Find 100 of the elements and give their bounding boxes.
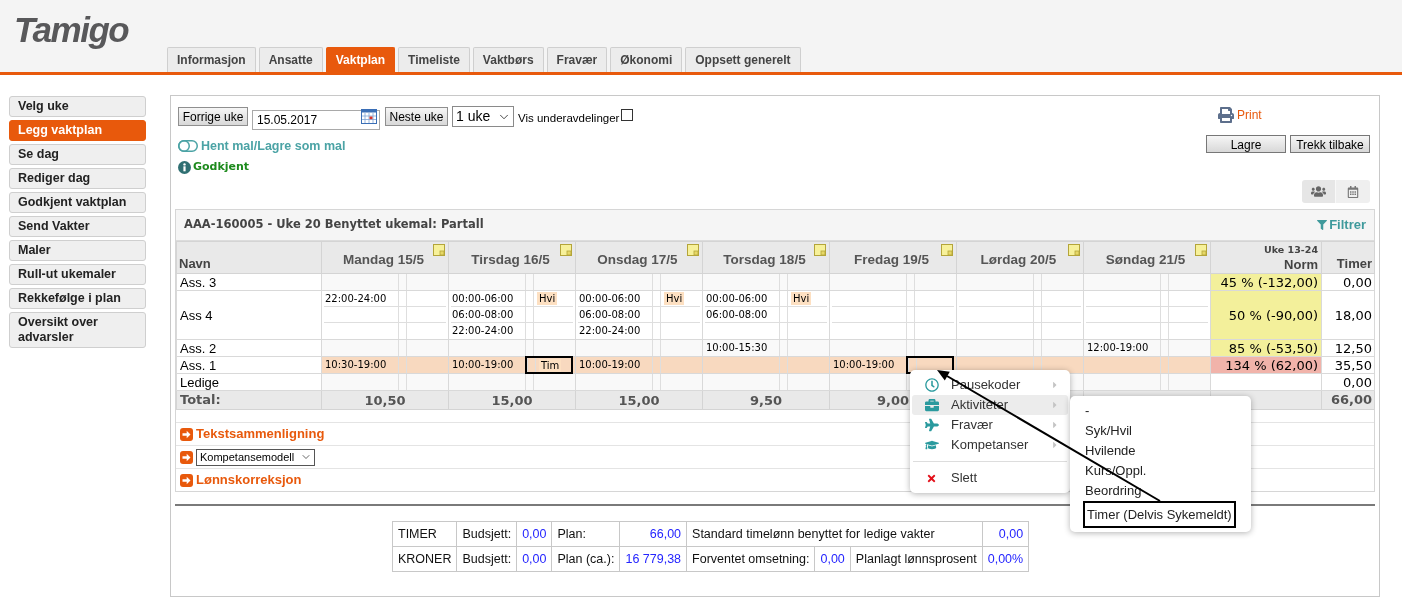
arrow-right-icon[interactable]	[180, 473, 193, 487]
shift-time[interactable]: 22:00-24:00	[325, 292, 387, 305]
column-header: Onsdag 17/5	[597, 251, 678, 268]
nav-tab[interactable]: Vaktbørs	[472, 47, 544, 72]
summary-label: Budsjett:	[457, 521, 517, 547]
shift-time[interactable]: 00:00-06:00	[706, 292, 768, 305]
activity-code[interactable]: Hvi	[791, 292, 812, 305]
arrow-right-icon[interactable]	[180, 450, 193, 464]
nav-tab[interactable]: Timeliste	[398, 47, 470, 72]
note-icon[interactable]	[433, 244, 445, 256]
total-hours: 66,00	[1321, 390, 1375, 410]
print-link[interactable]: Print	[1218, 106, 1262, 124]
schedule-row[interactable]: Ass 4 22:00-24:00 00:00-06:00 Hvi 06:00-08:00 22:00-24:00 00:00-06:00 Hvi 06:00-08:00 22:00-24:00 00:00-06:00 Hvi 06:00-08:00 50 % (-90,00) 18,00	[176, 290, 1375, 340]
summary-value: 66,00	[619, 521, 687, 547]
shift-time[interactable]: 00:00-06:00	[579, 292, 641, 305]
total-value: 15,00	[618, 392, 660, 408]
schedule-title: AAA-160005 - Uke 20 Benyttet ukemal: Partall	[184, 216, 484, 234]
note-icon[interactable]	[560, 244, 572, 256]
arrow-right-icon[interactable]	[180, 427, 193, 441]
nav-tab[interactable]: Økonomi	[610, 47, 683, 72]
action-button[interactable]: Trekk tilbake	[1290, 135, 1370, 153]
logo[interactable]: Tamigo	[14, 10, 129, 50]
shift-time[interactable]: 06:00-08:00	[579, 308, 641, 321]
calendar-view-button[interactable]	[1336, 180, 1370, 203]
submenu-item[interactable]: Beordring	[1085, 481, 1142, 501]
sidebar-item[interactable]: Rekkefølge i plan	[9, 288, 146, 309]
note-icon[interactable]	[941, 244, 953, 256]
summary-label: Plan:	[551, 521, 620, 547]
checkbox-label: Vis underavdelinger	[518, 110, 620, 126]
menu-item[interactable]: Kompetanser	[912, 435, 1068, 455]
submenu-item[interactable]: Timer (Delvis Sykemeldt)	[1083, 501, 1236, 528]
sidebar-item[interactable]: Se dag	[9, 144, 146, 165]
shift-time[interactable]: 22:00-24:00	[579, 325, 641, 337]
summary-label: Forventet omsetning:	[686, 546, 815, 572]
sidebar-item[interactable]: Send Vakter	[9, 216, 146, 237]
summary-label: TIMER	[392, 521, 457, 547]
clock-icon	[925, 378, 939, 392]
summary-label: Standard timelønn benyttet for ledige vakter	[686, 521, 983, 547]
sidebar-item[interactable]: Rediger dag	[9, 168, 146, 189]
sidebar-item[interactable]: Legg vaktplan	[9, 120, 146, 141]
summary-label: Plan (ca.):	[551, 546, 620, 572]
checkbox[interactable]	[621, 108, 634, 121]
activity-code[interactable]: Tim	[539, 358, 562, 372]
nav-tab[interactable]: Oppsett generelt	[685, 47, 801, 72]
shift-time[interactable]: 06:00-08:00	[452, 308, 514, 321]
menu-item[interactable]: Slett	[912, 468, 1068, 488]
sidebar-item[interactable]: Velg uke	[9, 96, 146, 117]
hours-cell: 18,00	[1321, 290, 1375, 340]
nav-tab[interactable]: Fravær	[546, 47, 608, 72]
column-header: Navn	[176, 241, 322, 274]
sidebar-item[interactable]: Godkjent vaktplan	[9, 192, 146, 213]
previous-week-button[interactable]: Forrige uke	[178, 107, 248, 126]
date-field[interactable]: 15.05.2017	[252, 109, 380, 130]
activity-code[interactable]: Hvi	[537, 292, 558, 305]
nav-tab[interactable]: Vaktplan	[325, 47, 396, 72]
submenu-item[interactable]: Hvilende	[1085, 441, 1136, 461]
activity-code[interactable]: Hvi	[664, 292, 685, 305]
total-value: 9,00	[876, 392, 910, 408]
info-icon	[178, 160, 191, 174]
airplane-icon	[925, 418, 939, 432]
cross-icon	[926, 472, 937, 484]
summary-value: 0,00	[814, 546, 851, 572]
total-value: 15,00	[491, 392, 533, 408]
next-week-button[interactable]: Neste uke	[385, 107, 448, 126]
sidebar-item[interactable]: Maler	[9, 240, 146, 261]
period-select[interactable]: 1 uke	[452, 106, 514, 127]
employee-view-button[interactable]	[1302, 180, 1336, 203]
summary-value: 0,00%	[982, 546, 1029, 572]
menu-item[interactable]: Fravær	[912, 415, 1068, 435]
shift-time[interactable]: 00:00-06:00	[452, 292, 514, 305]
shift-time[interactable]: 10:00-19:00	[452, 359, 514, 371]
action-button[interactable]: Lagre	[1206, 135, 1286, 153]
calendar-icon[interactable]	[361, 108, 377, 124]
column-header: Timer	[1321, 241, 1375, 274]
note-icon[interactable]	[1195, 244, 1207, 256]
graduation-cap-icon	[925, 438, 939, 452]
submenu-item[interactable]: -	[1085, 401, 1090, 421]
employee-name: Ass 4	[176, 290, 322, 340]
section-link[interactable]: Lønnskorreksjon	[196, 470, 302, 490]
note-icon[interactable]	[814, 244, 826, 256]
nav-tab[interactable]: Informasjon	[167, 47, 256, 72]
briefcase-icon	[925, 398, 939, 412]
sidebar-item[interactable]: Rull-ut ukemaler	[9, 264, 146, 285]
sidebar-item[interactable]: Oversikt over advarsler	[9, 312, 146, 348]
section-link[interactable]: Tekstsammenligning	[196, 424, 325, 444]
model-select[interactable]: Kompetansemodell	[196, 448, 315, 466]
nav-tab[interactable]: Ansatte	[258, 47, 323, 72]
note-icon[interactable]	[687, 244, 699, 256]
shift-time[interactable]: 06:00-08:00	[706, 308, 768, 321]
norm-cell: 50 % (-90,00)	[1210, 290, 1322, 340]
filter-icon	[1317, 220, 1328, 230]
submenu-item[interactable]: Syk/Hvil	[1085, 421, 1132, 441]
note-icon[interactable]	[1068, 244, 1080, 256]
norm-period-label: Uke 13-24	[1264, 243, 1318, 257]
summary-label: KRONER	[392, 546, 457, 572]
shift-time[interactable]: 22:00-24:00	[452, 325, 514, 337]
summary-value: 0,00	[516, 546, 552, 572]
total-value: 9,50	[749, 392, 783, 408]
total-value: 10,50	[364, 392, 406, 408]
summary-value: 0,00	[516, 521, 552, 547]
